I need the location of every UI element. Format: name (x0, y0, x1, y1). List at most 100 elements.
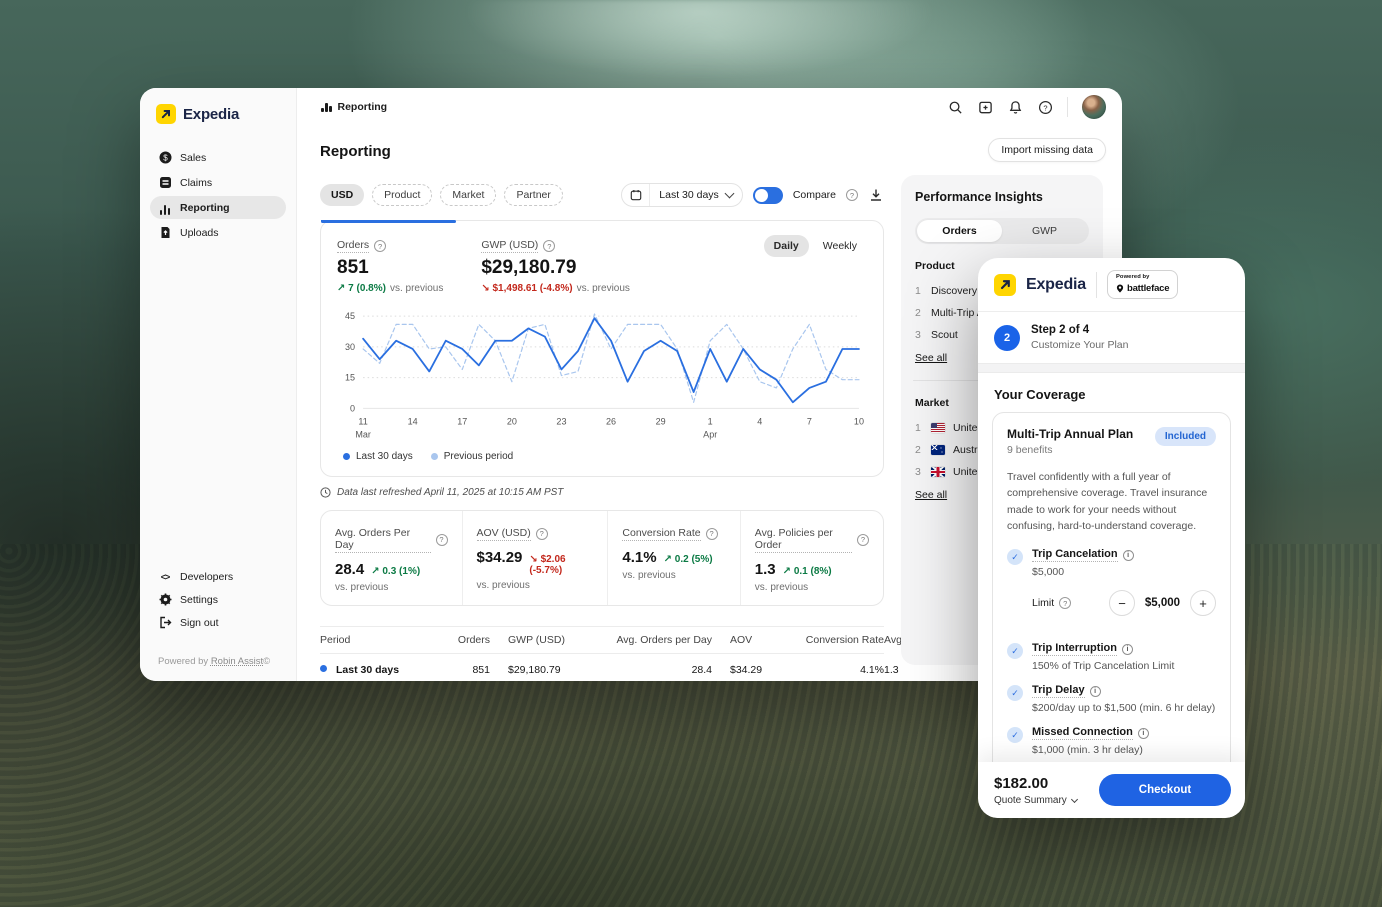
sidebar-item-developers[interactable]: <> Developers (150, 565, 286, 588)
plan-benefits-count: 9 benefits (1007, 444, 1133, 456)
svg-text:$: $ (163, 153, 168, 162)
filter-pill-partner[interactable]: Partner (504, 184, 562, 206)
calendar-add-icon[interactable] (977, 99, 993, 115)
stat-help-icon[interactable]: ? (536, 528, 548, 540)
search-icon[interactable] (947, 99, 963, 115)
orders-metric: Orders? 851 ↗ 7 (0.8%)vs. previous (337, 235, 443, 294)
svg-text:11: 11 (358, 416, 367, 426)
chart-legend: Last 30 days Previous period (343, 451, 867, 462)
sidebar-item-reporting[interactable]: Reporting (150, 196, 286, 219)
content-column: Reporting USD Product Market Partner Las… (320, 126, 884, 681)
stat-help-icon[interactable]: ? (857, 534, 869, 546)
sidebar-item-label: Sign out (180, 617, 219, 629)
decrease-limit-button[interactable]: − (1109, 590, 1135, 616)
plan-description: Travel confidently with a full year of c… (1007, 469, 1216, 534)
table-header: Orders (442, 626, 490, 653)
gwp-metric: GWP (USD)? $29,180.79 ↘ $1,498.61 (-4.8%… (481, 235, 630, 294)
svg-text:20: 20 (507, 416, 517, 426)
orders-help-icon[interactable]: ? (374, 240, 386, 252)
filter-pill-market[interactable]: Market (440, 184, 496, 206)
date-range-picker[interactable]: Last 30 days (621, 183, 743, 207)
table-header: Conversion Rate (788, 626, 884, 653)
see-all-link[interactable]: See all (915, 352, 947, 364)
gwp-help-icon[interactable]: ? (543, 240, 555, 252)
info-icon[interactable]: i (1122, 644, 1133, 655)
benefit-name: Trip Cancelation (1032, 548, 1118, 562)
insights-tabs: Orders GWP (915, 218, 1089, 244)
refresh-note: Data last refreshed April 11, 2025 at 10… (320, 487, 884, 498)
brand-logo[interactable]: Expedia (150, 104, 286, 124)
plan-card: Multi-Trip Annual Plan 9 benefits Includ… (992, 412, 1231, 780)
info-icon[interactable]: i (1090, 686, 1101, 697)
svg-text:4: 4 (757, 416, 762, 426)
benefit-item: ✓Trip Cancelationi$5,000Limit?−$5,000+ (1007, 548, 1216, 630)
sidebar-item-sales[interactable]: $ Sales (150, 146, 286, 169)
benefit-item: ✓Trip Delayi$200/day up to $1,500 (min. … (1007, 684, 1216, 714)
benefit-name: Trip Interruption (1032, 642, 1117, 656)
info-icon[interactable]: i (1123, 550, 1134, 561)
benefit-detail: $1,000 (min. 3 hr delay) (1032, 744, 1216, 756)
section-divider-band (978, 363, 1245, 373)
gb-flag-icon (931, 467, 945, 477)
check-icon: ✓ (1007, 685, 1023, 701)
download-icon[interactable] (868, 187, 884, 203)
checkout-button[interactable]: Checkout (1099, 774, 1231, 806)
svg-text:?: ? (1043, 103, 1047, 112)
sidebar-item-settings[interactable]: Settings (150, 588, 286, 611)
limit-help-icon[interactable]: ? (1059, 597, 1071, 609)
stat-conversion-rate: Conversion Rate? 4.1%↗ 0.2 (5%) vs. prev… (607, 511, 739, 605)
limit-stepper: Limit?−$5,000+ (1032, 590, 1216, 616)
legend-previous-period[interactable]: Previous period (431, 451, 513, 462)
bell-icon[interactable] (1007, 99, 1023, 115)
table-header: GWP (USD) (490, 626, 594, 653)
sidebar-item-claims[interactable]: Claims (150, 171, 286, 194)
granularity-weekly[interactable]: Weekly (813, 235, 867, 257)
chevron-down-icon (1071, 795, 1078, 802)
compare-label: Compare (793, 189, 836, 201)
code-icon: <> (158, 570, 172, 584)
stat-help-icon[interactable]: ? (706, 528, 718, 540)
help-icon[interactable]: ? (1037, 99, 1053, 115)
au-flag-icon (931, 445, 945, 455)
svg-text:14: 14 (408, 416, 418, 426)
report-table-body: Last 30 days851$29,180.7928.4$34.294.1%1… (320, 653, 884, 681)
increase-limit-button[interactable]: + (1190, 590, 1216, 616)
tab-orders[interactable]: Orders (917, 220, 1002, 242)
granularity-daily[interactable]: Daily (764, 235, 809, 257)
benefit-detail: $200/day up to $1,500 (min. 6 hr delay) (1032, 702, 1216, 714)
location-pin-icon (1116, 284, 1124, 293)
see-all-link[interactable]: See all (915, 489, 947, 501)
benefits-list: ✓Trip Cancelationi$5,000Limit?−$5,000+✓T… (1007, 548, 1216, 780)
filter-pill-product[interactable]: Product (372, 184, 432, 206)
document-icon (158, 176, 172, 190)
filter-pill-usd[interactable]: USD (320, 184, 364, 206)
report-table: PeriodOrdersGWP (USD)Avg. Orders per Day… (320, 626, 884, 681)
tab-gwp[interactable]: GWP (1002, 220, 1087, 242)
legend-last-30-days[interactable]: Last 30 days (343, 451, 413, 462)
step-number-badge: 2 (994, 325, 1020, 351)
sign-out-icon (158, 616, 172, 630)
table-row[interactable]: Last 30 days851$29,180.7928.4$34.294.1%1… (320, 653, 884, 681)
overlay-header-divider (1096, 272, 1097, 298)
topbar: Reporting ? (297, 88, 1122, 126)
robin-assist-link[interactable]: Robin Assist (211, 656, 263, 667)
filter-row: USD Product Market Partner Last 30 days … (320, 183, 884, 207)
compare-help-icon[interactable]: ? (846, 189, 858, 201)
reporting-app-window: Expedia $ Sales Claims Reporting (140, 88, 1122, 681)
stats-row: Avg. Orders Per Day? 28.4↗ 0.3 (1%) vs. … (320, 510, 884, 606)
benefit-item: ✓Trip Interruptioni150% of Trip Cancelat… (1007, 642, 1216, 672)
limit-value: $5,000 (1141, 597, 1184, 609)
step-subtitle: Customize Your Plan (1031, 339, 1128, 351)
sidebar-item-label: Sales (180, 152, 206, 164)
import-missing-data-button[interactable]: Import missing data (988, 138, 1106, 162)
quote-summary-toggle[interactable]: Quote Summary (994, 795, 1077, 806)
page-title: Reporting (320, 143, 884, 160)
topbar-divider (1067, 97, 1068, 117)
sidebar-item-uploads[interactable]: Uploads (150, 221, 286, 244)
sidebar-item-signout[interactable]: Sign out (150, 611, 286, 634)
svg-text:Apr: Apr (703, 430, 717, 440)
avatar[interactable] (1082, 95, 1106, 119)
info-icon[interactable]: i (1138, 728, 1149, 739)
stat-help-icon[interactable]: ? (436, 534, 448, 546)
compare-toggle[interactable] (753, 187, 783, 204)
